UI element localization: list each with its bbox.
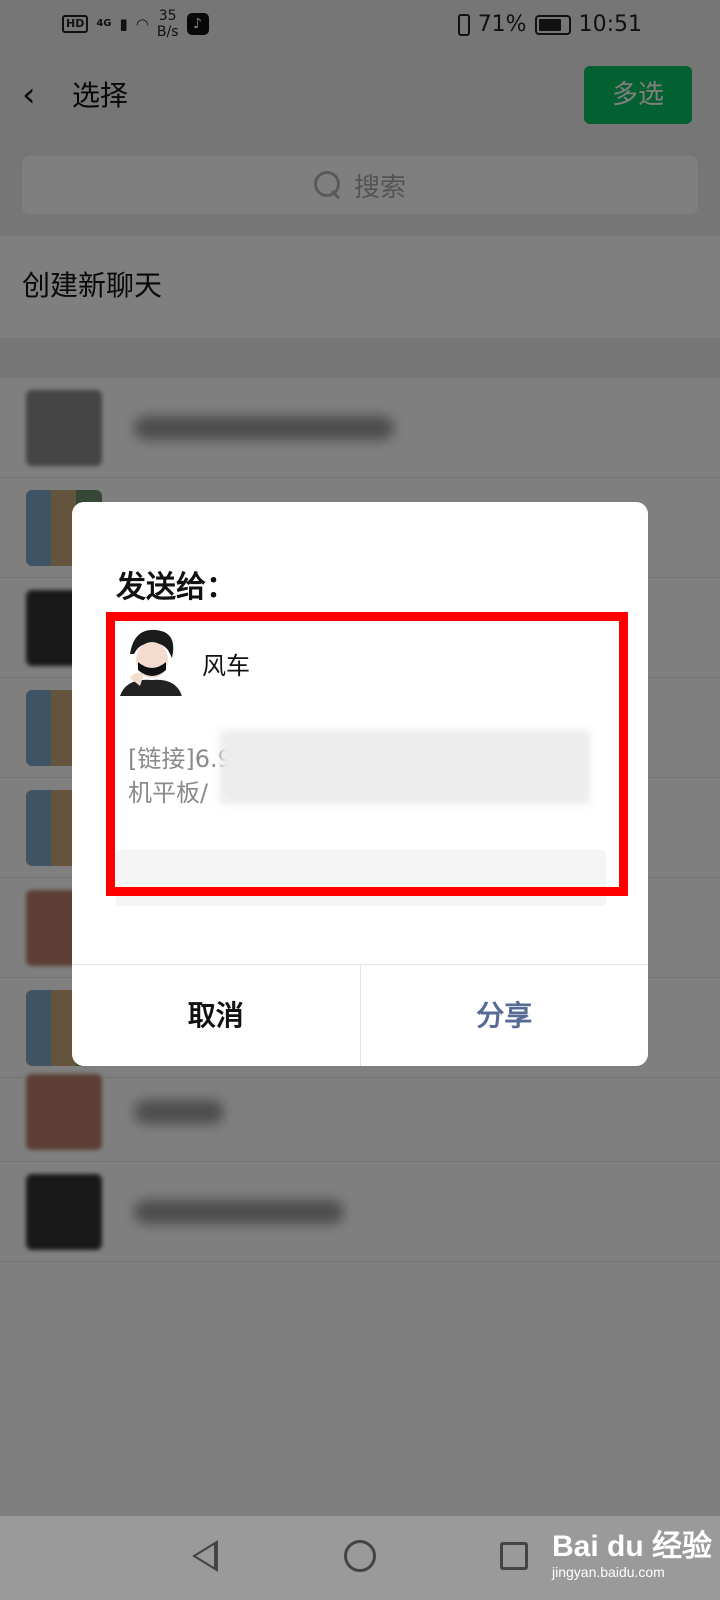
- watermark-main: Bai du 经验: [552, 1530, 713, 1563]
- baidu-watermark: Bai du 经验 jingyan.baidu.com: [552, 1530, 712, 1580]
- watermark-sub: jingyan.baidu.com: [552, 1564, 665, 1580]
- share-button[interactable]: 分享: [361, 965, 649, 1066]
- cancel-button[interactable]: 取消: [72, 965, 361, 1066]
- nav-recent-apps-icon[interactable]: [500, 1542, 528, 1570]
- highlight-annotation: [106, 612, 628, 896]
- share-dialog: 发送给： 风车 [链接]6.9 机平板/ 取消 分享: [72, 502, 648, 1066]
- dialog-actions: 取消 分享: [72, 964, 648, 1066]
- dialog-title: 发送给：: [116, 570, 236, 605]
- nav-home-icon[interactable]: [344, 1540, 376, 1572]
- nav-back-icon[interactable]: [192, 1540, 218, 1572]
